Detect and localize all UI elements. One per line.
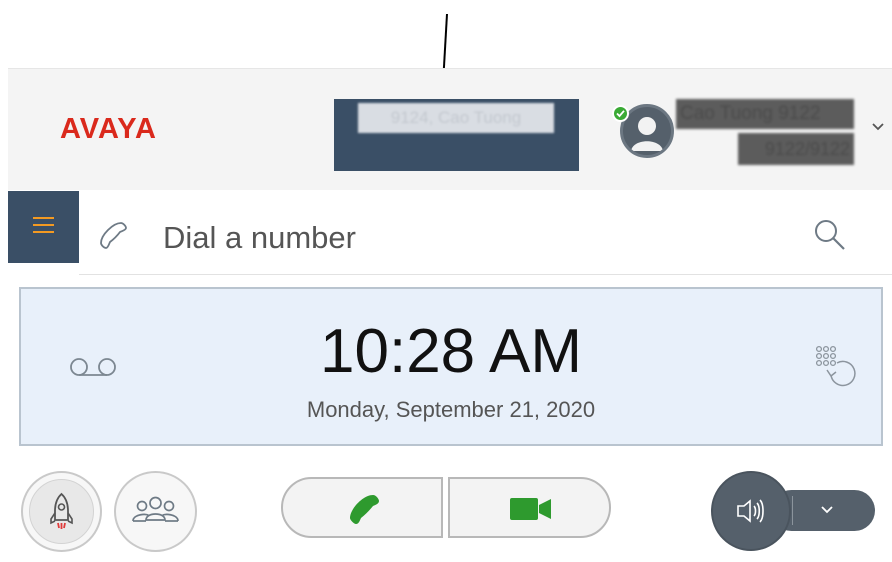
- search-icon[interactable]: [812, 217, 848, 253]
- user-extension: 9122/9122: [738, 133, 854, 165]
- speaker-icon: [737, 499, 764, 523]
- clock-time: 10:28 AM: [320, 317, 582, 386]
- chevron-down-icon: [821, 506, 833, 514]
- video-call-button[interactable]: [448, 477, 611, 538]
- clock-panel: 10:28 AM Monday, September 21, 2020: [19, 287, 883, 446]
- audio-output-control: [711, 471, 875, 551]
- divider: [792, 496, 793, 525]
- speaker-button[interactable]: [711, 471, 791, 551]
- video-camera-icon: [510, 498, 551, 520]
- redial-icon[interactable]: [811, 343, 859, 391]
- presence-status-icon: [612, 105, 629, 122]
- user-name: Cao Tuong 9122: [676, 99, 854, 129]
- group-icon: [132, 496, 179, 522]
- clock-date: Monday, September 21, 2020: [306, 397, 596, 422]
- active-line-selector[interactable]: 9124, Cao Tuong: [334, 99, 579, 171]
- dial-bar: [79, 191, 892, 275]
- main-menu-button[interactable]: [8, 191, 79, 263]
- rocket-icon: [50, 492, 73, 529]
- avaya-logo: AVAYA: [60, 113, 157, 145]
- phone-icon: [100, 222, 127, 249]
- launch-button[interactable]: [21, 471, 102, 552]
- audio-call-button[interactable]: [281, 477, 443, 538]
- app-header: AVAYA 9124, Cao Tuong Cao Tuong 9122 912…: [8, 68, 892, 190]
- active-line-label: 9124, Cao Tuong: [358, 103, 554, 133]
- dial-number-input[interactable]: [163, 218, 763, 258]
- chevron-down-icon[interactable]: [870, 119, 886, 135]
- call-buttons: [281, 477, 611, 538]
- menu-icon: [33, 217, 54, 233]
- phone-icon: [350, 495, 379, 524]
- contacts-button[interactable]: [114, 471, 197, 552]
